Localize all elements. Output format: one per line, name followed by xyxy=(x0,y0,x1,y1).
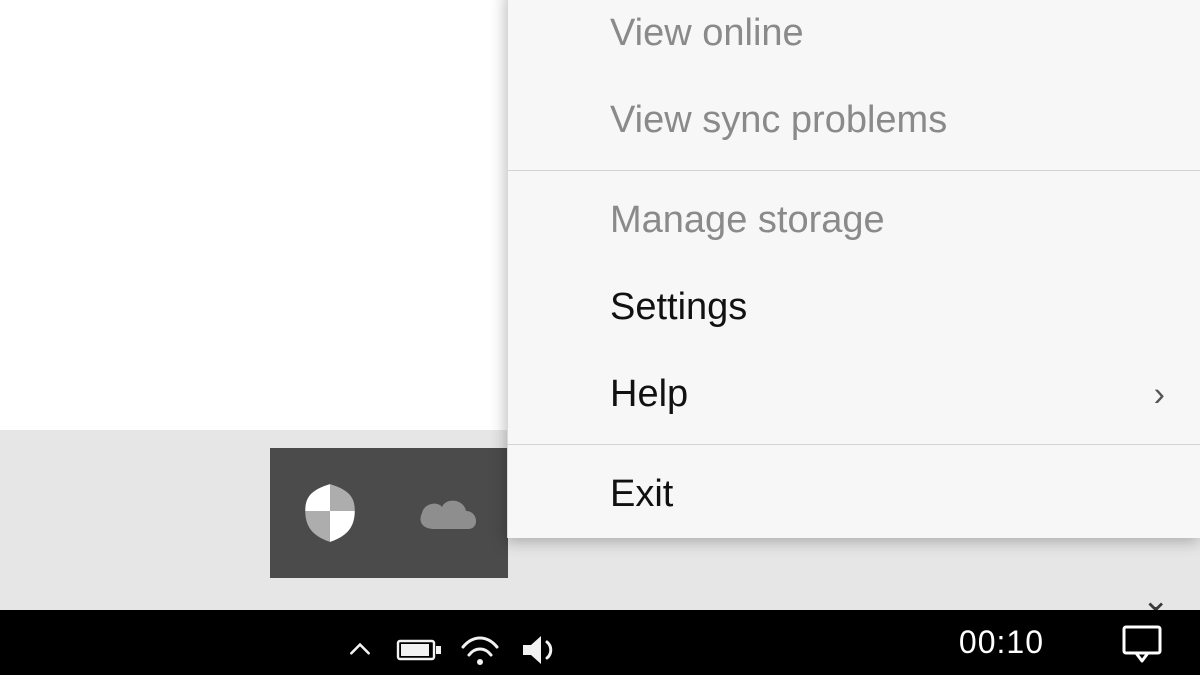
tray-onedrive-icon[interactable] xyxy=(389,448,508,578)
tray-network-icon[interactable] xyxy=(450,625,510,675)
menu-manage-storage[interactable]: Manage storage xyxy=(508,177,1200,264)
shield-icon xyxy=(297,480,363,546)
menu-exit[interactable]: Exit xyxy=(508,451,1200,538)
taskbar[interactable]: 00:10 xyxy=(0,610,1200,675)
tray-volume-icon[interactable] xyxy=(510,625,570,675)
menu-separator xyxy=(508,170,1200,171)
onedrive-icon xyxy=(414,489,484,537)
action-center-icon[interactable] xyxy=(1114,621,1170,665)
menu-help[interactable]: Help › xyxy=(508,351,1200,438)
taskbar-clock[interactable]: 00:10 xyxy=(959,610,1044,675)
tray-battery-icon[interactable] xyxy=(390,625,450,675)
menu-settings[interactable]: Settings xyxy=(508,264,1200,351)
menu-view-online[interactable]: View online xyxy=(508,0,1200,77)
tray-security-icon[interactable] xyxy=(270,448,389,578)
menu-separator xyxy=(508,444,1200,445)
system-tray[interactable] xyxy=(330,610,570,675)
chevron-right-icon: › xyxy=(1154,375,1165,414)
tray-overflow-flyout[interactable] xyxy=(270,448,508,578)
tray-overflow-chevron-icon[interactable] xyxy=(330,625,390,675)
desktop-area: View online View sync problems Manage st… xyxy=(0,0,1200,675)
menu-view-sync-problems[interactable]: View sync problems xyxy=(508,77,1200,164)
onedrive-context-menu: View online View sync problems Manage st… xyxy=(507,0,1200,538)
menu-help-label: Help xyxy=(610,373,688,415)
